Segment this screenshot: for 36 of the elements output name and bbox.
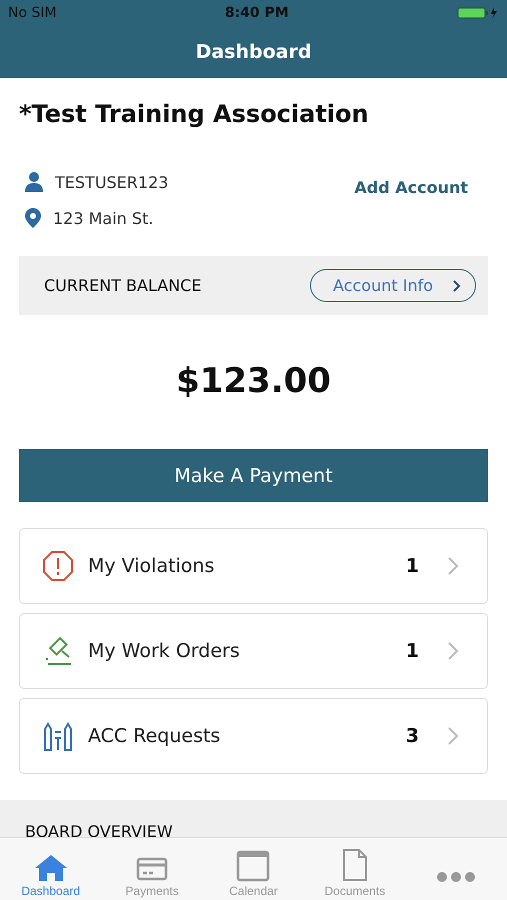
- card-label: My Work Orders: [88, 640, 241, 662]
- address: 123 Main St.: [53, 208, 154, 228]
- card-label: ACC Requests: [88, 725, 222, 747]
- card-label: My Violations: [88, 555, 216, 577]
- chevron-icon: [447, 556, 459, 576]
- summary-card[interactable]: My Violations 1: [19, 528, 488, 604]
- section-heading: BOARD OVERVIEW: [25, 822, 173, 841]
- association-name: *Test Training Association: [19, 100, 370, 128]
- summary-card[interactable]: ACC Requests 3: [19, 698, 488, 774]
- screen-title: Dashboard: [194, 40, 312, 65]
- balance-amount: $123.00: [175, 361, 332, 401]
- chevron-icon: [447, 641, 459, 661]
- card-count: 1: [406, 640, 419, 662]
- location-pin-icon: [25, 208, 41, 228]
- document-icon: [340, 848, 369, 882]
- buildings-icon: [42, 720, 74, 752]
- make-payment-button[interactable]: Make A Payment: [19, 449, 488, 502]
- chevron-icon: [447, 726, 459, 746]
- home-icon: [34, 854, 68, 882]
- tab[interactable]: Dashboard: [6, 854, 96, 898]
- account-info-button[interactable]: Account Info: [310, 269, 476, 302]
- carrier: No SIM: [8, 5, 57, 21]
- username: TESTUSER123: [55, 172, 168, 192]
- card-count: 3: [406, 725, 419, 747]
- more-icon: [436, 871, 476, 883]
- warning-icon: [42, 550, 74, 582]
- balance-label: CURRENT BALANCE: [44, 276, 202, 295]
- calendar-icon: [236, 848, 270, 882]
- battery-icon: [456, 6, 499, 20]
- credit-card-icon: [136, 856, 168, 882]
- card-count: 1: [406, 555, 419, 577]
- add-account-link[interactable]: Add Account: [354, 178, 468, 236]
- person-icon: [25, 172, 43, 192]
- summary-card[interactable]: My Work Orders 1: [19, 613, 488, 689]
- clock: 8:40 PM: [224, 5, 289, 21]
- chevron-icon: [453, 280, 461, 292]
